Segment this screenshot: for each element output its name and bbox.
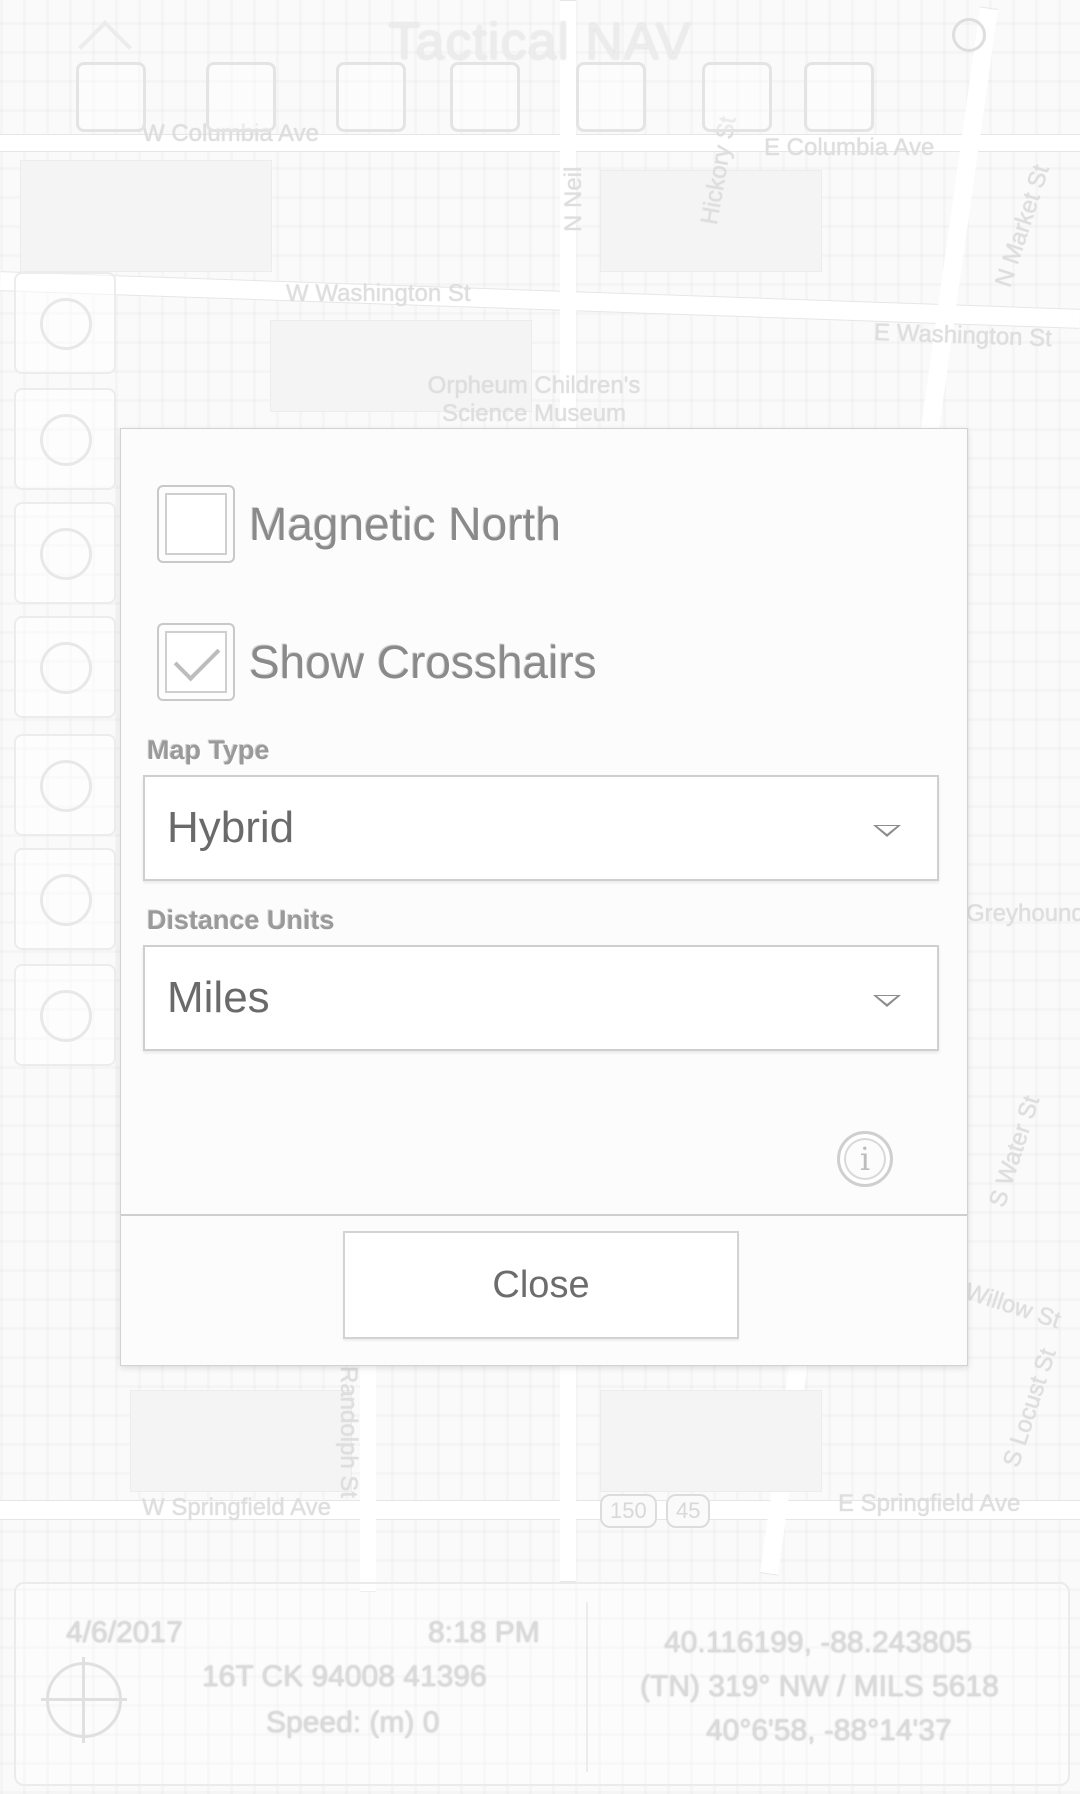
radar-icon: [40, 874, 92, 926]
layout-icon: [40, 760, 92, 812]
gear-icon: [40, 990, 92, 1042]
camera-icon: [40, 528, 92, 580]
road: [360, 1360, 376, 1592]
map-block: [20, 160, 272, 272]
magnetic-north-label[interactable]: Magnetic North: [249, 497, 561, 551]
close-button[interactable]: Close: [343, 1231, 739, 1339]
status-latlon-dms: 40°6'58, -88°14'37: [706, 1714, 952, 1747]
street-label: W Washington St: [286, 280, 471, 307]
layout-tool-button[interactable]: [14, 734, 116, 836]
grid-icon: [40, 642, 92, 694]
compass-tool-button[interactable]: [14, 388, 116, 490]
clipboard-icon[interactable]: [576, 62, 646, 132]
magnetic-north-row[interactable]: Magnetic North: [157, 481, 561, 567]
map-pin-icon[interactable]: [206, 62, 276, 132]
settings-tool-button[interactable]: [14, 964, 116, 1066]
status-speed: Speed: (m) 0: [266, 1706, 440, 1739]
compass-icon: [40, 414, 92, 466]
magnetic-north-checkbox[interactable]: [157, 485, 235, 563]
show-crosshairs-label[interactable]: Show Crosshairs: [249, 635, 597, 689]
dialog-body: Magnetic North Show Crosshairs Map Type …: [121, 429, 967, 1216]
map-block: [600, 1390, 822, 1492]
street-label: S Water St: [984, 1092, 1046, 1211]
dropdown-arrow-icon: [873, 825, 901, 837]
camera-tool-button[interactable]: [14, 502, 116, 604]
show-crosshairs-checkbox[interactable]: [157, 623, 235, 701]
poi-label: Orpheum Children's Science Museum: [427, 372, 641, 427]
app-title: Tactical NAV: [388, 13, 692, 71]
distance-units-value: Miles: [167, 973, 270, 1022]
street-label: Randolph St: [335, 1366, 362, 1499]
street-label: Greyhound: [966, 900, 1080, 927]
status-time: 8:18 PM: [428, 1616, 540, 1649]
divider: [586, 1602, 588, 1772]
map-block: [130, 1390, 352, 1492]
waypoint-tool-button[interactable]: [14, 272, 116, 374]
trash-icon[interactable]: [336, 62, 406, 132]
status-heading: (TN) 319° NW / MILS 5618: [640, 1670, 999, 1703]
map-type-select[interactable]: Hybrid: [143, 775, 939, 881]
street-label: E Washington St: [873, 318, 1053, 353]
street-label: S Locust St: [998, 1345, 1062, 1471]
street-label: N Market St: [990, 161, 1055, 291]
top-toolbar: Tactical NAV: [0, 0, 1080, 140]
close-icon[interactable]: [702, 62, 772, 132]
street-label: E Springfield Ave: [838, 1490, 1021, 1517]
document-icon[interactable]: [804, 62, 874, 132]
mail-icon[interactable]: [450, 62, 520, 132]
map-type-value: Hybrid: [167, 803, 295, 852]
crosshair-icon[interactable]: [41, 1657, 127, 1743]
route-shield: 150: [600, 1494, 657, 1528]
route-shield: 45: [666, 1494, 711, 1528]
street-label: Willow St: [961, 1278, 1064, 1335]
info-icon[interactable]: i: [837, 1131, 893, 1187]
grid-tool-button[interactable]: [14, 616, 116, 718]
distance-units-select[interactable]: Miles: [143, 945, 939, 1051]
map-pin-icon: [40, 298, 92, 350]
street-label: N Neil: [560, 166, 587, 232]
status-panel: 4/6/2017 8:18 PM 16T CK 94008 41396 Spee…: [14, 1582, 1070, 1786]
map-type-label: Map Type: [147, 735, 270, 765]
distance-units-label: Distance Units: [147, 905, 335, 935]
folder-icon[interactable]: [76, 62, 146, 132]
status-mgrs: 16T CK 94008 41396: [202, 1660, 487, 1693]
show-crosshairs-row[interactable]: Show Crosshairs: [157, 619, 597, 705]
radar-tool-button[interactable]: [14, 848, 116, 950]
dropdown-arrow-icon: [873, 995, 901, 1007]
street-label: W Springfield Ave: [142, 1494, 331, 1521]
status-latlon-decimal: 40.116199, -88.243805: [664, 1626, 973, 1659]
brightness-icon[interactable]: [952, 18, 986, 52]
settings-dialog: Magnetic North Show Crosshairs Map Type …: [120, 428, 968, 1366]
status-date: 4/6/2017: [66, 1616, 183, 1649]
